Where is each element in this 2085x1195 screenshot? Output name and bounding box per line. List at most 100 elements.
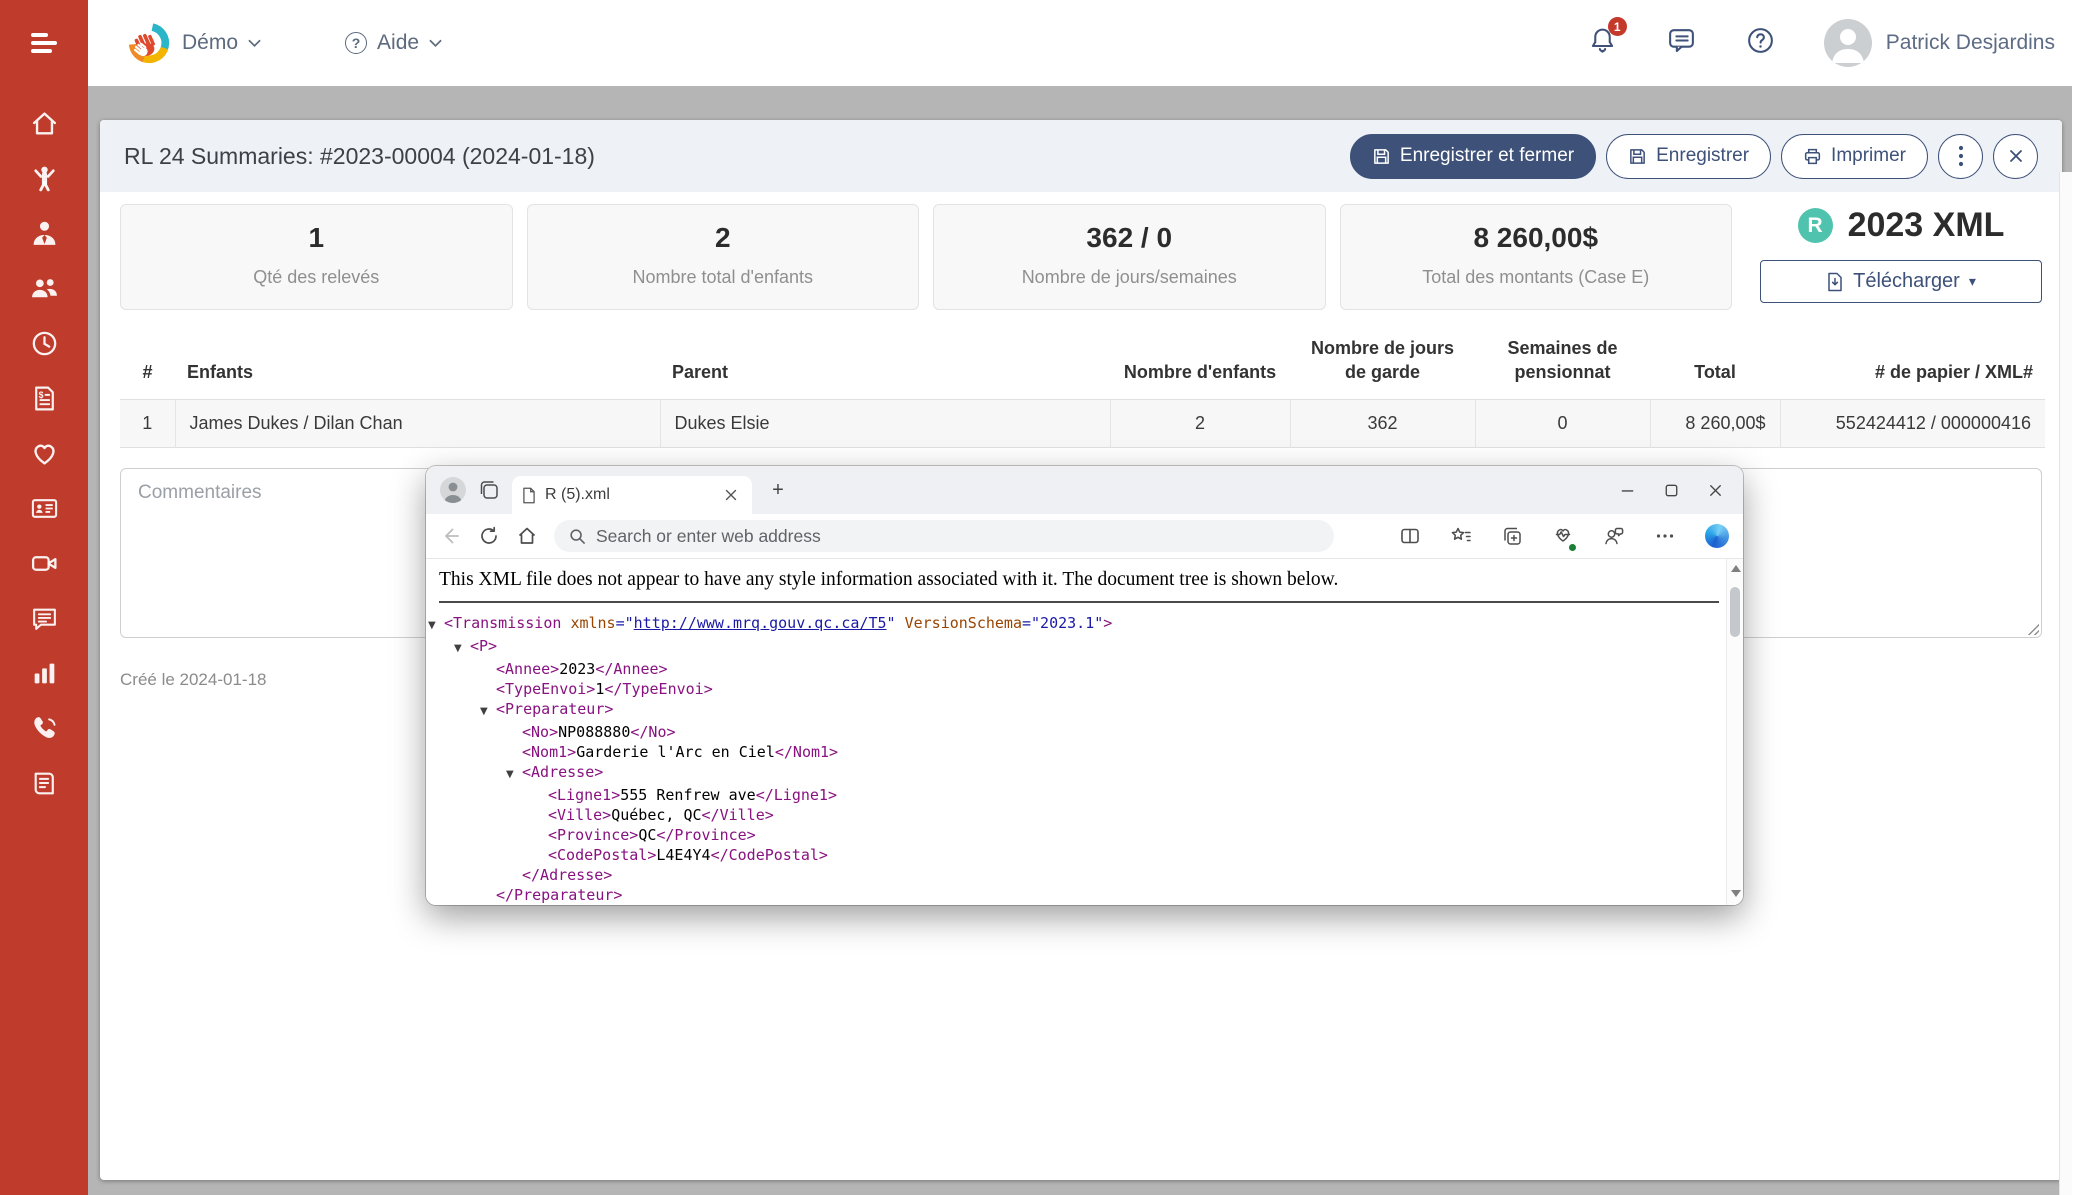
address-input[interactable]	[596, 526, 1319, 547]
sidebar-item-staff[interactable]	[22, 218, 66, 248]
hamburger-icon	[27, 31, 61, 55]
xml-year-title: 2023 XML	[1848, 206, 2005, 245]
page-icon	[522, 487, 536, 504]
print-label: Imprimer	[1831, 145, 1906, 167]
sidebar-item-videos[interactable]	[22, 548, 66, 578]
new-tab-button[interactable]: +	[766, 478, 790, 502]
scrollbar-thumb[interactable]	[1730, 587, 1740, 637]
support-button[interactable]	[1745, 25, 1776, 61]
user-name: Patrick Desjardins	[1886, 31, 2055, 55]
close-icon	[725, 489, 737, 501]
summary-label: Nombre total d'enfants	[528, 267, 919, 288]
sidebar-item-families[interactable]	[22, 273, 66, 303]
notification-badge: 1	[1608, 17, 1627, 36]
sidebar-item-hours[interactable]	[22, 328, 66, 358]
page-scrollbar[interactable]	[2059, 172, 2072, 1195]
save-label: Enregistrer	[1656, 145, 1749, 167]
table-cell: 552424412 / 000000416	[1780, 400, 2045, 448]
more-actions-button[interactable]	[1938, 134, 1983, 179]
svg-text:$: $	[38, 389, 43, 399]
xml-collapse-arrow[interactable]: ▼	[506, 765, 522, 785]
close-record-button[interactable]	[1993, 134, 2038, 179]
tab-close-button[interactable]	[720, 484, 742, 506]
xml-line: ▼<P>	[426, 636, 1743, 659]
save-and-close-button[interactable]: Enregistrer et fermer	[1350, 134, 1596, 179]
save-button[interactable]: Enregistrer	[1606, 134, 1771, 179]
sidebar-item-contacts[interactable]	[22, 493, 66, 523]
sidebar-item-children[interactable]	[22, 163, 66, 193]
browser-tab[interactable]: R (5).xml	[512, 476, 752, 514]
refresh-icon[interactable]	[478, 525, 500, 547]
close-window-button[interactable]	[1693, 470, 1737, 510]
more-icon[interactable]	[1654, 525, 1676, 547]
table-header-cell: Parent	[660, 330, 1110, 400]
caret-down-icon: ▾	[1969, 273, 1976, 290]
minimize-button[interactable]	[1605, 470, 1649, 510]
split-screen-icon[interactable]	[1399, 525, 1421, 547]
sidebar-item-billing[interactable]: $	[22, 383, 66, 413]
summary-card: 1 Qté des relevés	[120, 204, 513, 310]
xml-line: <Annee>2023</Annee>	[426, 659, 1743, 679]
xml-line: ▼<Adresse>	[426, 762, 1743, 785]
browser-tabstrip[interactable]: R (5).xml +	[426, 466, 1743, 514]
workspaces-icon[interactable]	[478, 479, 500, 501]
sidebar-item-health[interactable]	[22, 438, 66, 468]
chevron-down-icon	[429, 39, 442, 48]
table-cell: 8 260,00$	[1650, 400, 1780, 448]
sidebar-item-home[interactable]	[22, 108, 66, 138]
notifications-button[interactable]: 1	[1587, 25, 1618, 61]
summaries-table: #EnfantsParentNombre d'enfantsNombre de …	[120, 330, 2045, 448]
table-cell: Dukes Elsie	[660, 400, 1110, 448]
scroll-up-arrow[interactable]	[1731, 565, 1741, 572]
table-cell: 362	[1290, 400, 1475, 448]
back-icon[interactable]	[440, 525, 462, 547]
download-button[interactable]: Télécharger ▾	[1760, 260, 2042, 303]
browser-essentials-button[interactable]	[1552, 523, 1574, 550]
xml-notice: This XML file does not appear to have an…	[426, 559, 1743, 592]
brand-menu[interactable]: Démo	[126, 20, 261, 66]
download-file-icon	[1826, 272, 1844, 292]
summary-value: 362 / 0	[934, 205, 1325, 254]
xml-line: <No>NP088880</No>	[426, 722, 1743, 742]
help-menu[interactable]: ? Aide	[345, 31, 442, 55]
browser-toolbar	[426, 514, 1743, 559]
summary-row: 1Qté des relevés2Nombre total d'enfants3…	[120, 204, 2042, 310]
address-bar[interactable]	[554, 520, 1334, 552]
releve-badge: R	[1798, 208, 1833, 243]
sidebar-toggle-button[interactable]	[0, 0, 88, 86]
xml-line: <Ville>Québec, QC</Ville>	[426, 805, 1743, 825]
messages-button[interactable]	[1666, 25, 1697, 61]
phone-icon	[30, 714, 59, 743]
maximize-button[interactable]	[1649, 470, 1693, 510]
ledger-icon	[30, 769, 59, 798]
table-cell: 0	[1475, 400, 1650, 448]
sidebar-item-calls[interactable]	[22, 713, 66, 743]
browser-essentials-icon	[1552, 523, 1574, 545]
table-row[interactable]: 1James Dukes / Dilan ChanDukes Elsie2362…	[120, 400, 2045, 448]
print-button[interactable]: Imprimer	[1781, 134, 1928, 179]
summary-label: Qté des relevés	[121, 267, 512, 288]
browser-profile-avatar[interactable]	[440, 477, 466, 503]
sidebar-item-reports[interactable]	[22, 658, 66, 688]
xml-line: ▼<Transmission xmlns="http://www.mrq.gou…	[426, 613, 1743, 636]
xml-collapse-arrow[interactable]: ▼	[428, 616, 444, 636]
brand-label: Démo	[182, 31, 238, 55]
summary-value: 1	[121, 205, 512, 254]
collections-icon[interactable]	[1501, 525, 1523, 547]
scroll-down-arrow[interactable]	[1731, 890, 1741, 897]
download-label: Télécharger	[1853, 270, 1960, 293]
essentials-status-dot	[1568, 543, 1577, 552]
avatar	[1824, 19, 1872, 67]
xml-collapse-arrow[interactable]: ▼	[480, 702, 496, 722]
favorites-icon[interactable]	[1450, 525, 1472, 547]
copilot-icon[interactable]	[1705, 524, 1729, 548]
content-scrollbar[interactable]	[1726, 559, 1743, 905]
close-icon	[2008, 148, 2024, 164]
home-icon[interactable]	[516, 525, 538, 547]
sidebar-item-messages[interactable]	[22, 603, 66, 633]
table-header-cell: Nombre d'enfants	[1110, 330, 1290, 400]
sidebar-item-registry[interactable]	[22, 768, 66, 798]
profile-bubble-icon[interactable]	[1603, 525, 1625, 547]
user-menu[interactable]: Patrick Desjardins	[1824, 19, 2055, 67]
xml-collapse-arrow[interactable]: ▼	[454, 639, 470, 659]
